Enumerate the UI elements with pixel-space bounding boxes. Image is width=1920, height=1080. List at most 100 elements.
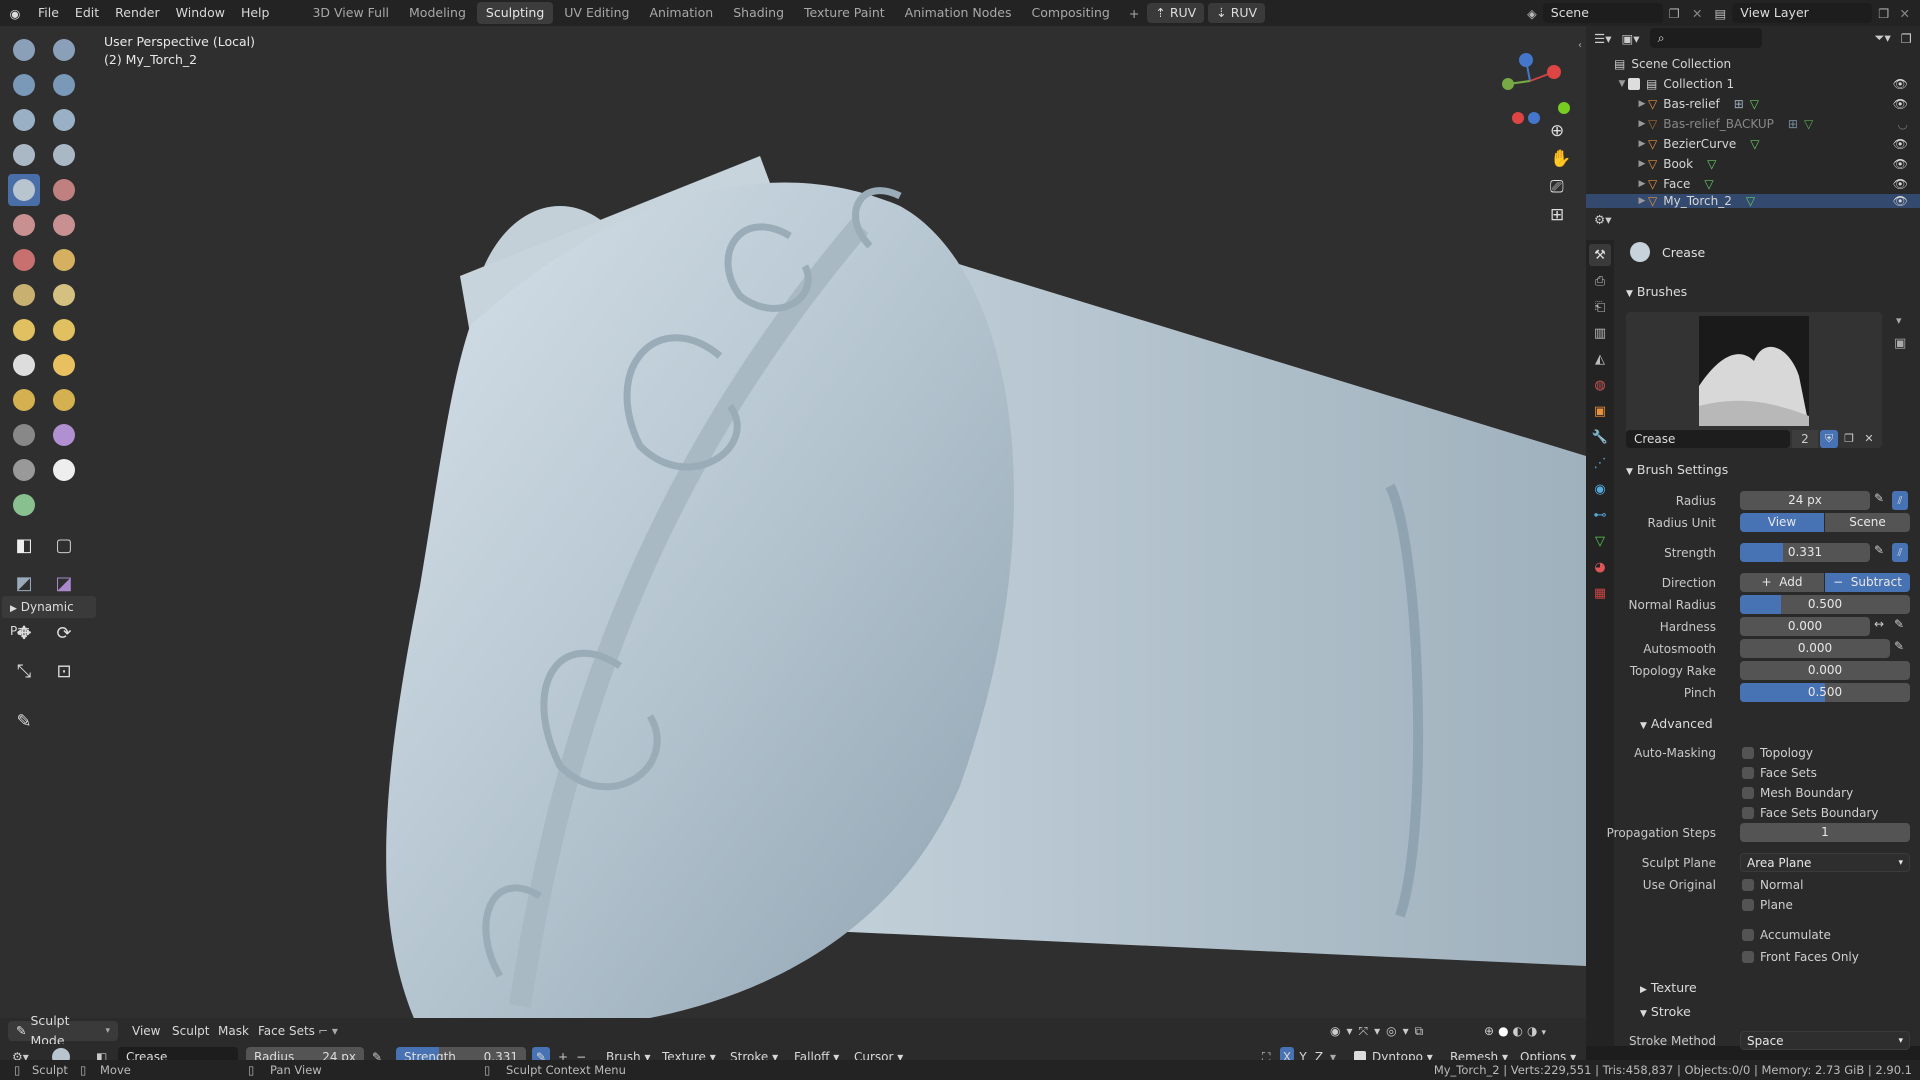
outliner-search-input[interactable]: ⌕ [1649,28,1762,48]
advanced-panel-header[interactable]: ▼ Advanced [1640,716,1713,731]
box-hide-icon[interactable]: ▢ [48,529,80,561]
dynamic-panel-toggle[interactable]: ▶ Dynamic Par [2,596,96,638]
hidden-eye-icon[interactable]: ◡ [1898,117,1908,131]
scene-tab-icon[interactable]: ◭ [1589,348,1611,370]
ortho-grid-icon[interactable]: ⊞ [1550,205,1571,225]
strength-field[interactable]: 0.331 [1740,543,1870,562]
outliner-item[interactable]: ▶ ▽ BezierCurve ▽ 👁 [1586,134,1920,154]
automask-face-sets-checkbox[interactable]: Face Sets [1742,766,1817,780]
eye-icon[interactable]: 👁 [1893,157,1908,171]
menu-sculpt[interactable]: Sculpt [172,1021,209,1041]
rendered-shading-icon[interactable]: ◑ [1527,1024,1541,1038]
pinch-field[interactable]: 0.500 [1740,683,1910,702]
draw-sharp-brush-icon[interactable] [48,34,80,66]
eye-icon[interactable]: 👁 [1893,194,1908,208]
new-collection-icon[interactable]: ❐ [1901,31,1920,46]
menu-help[interactable]: Help [233,0,278,26]
mode-selector[interactable]: ✎ Sculpt Mode ▾ [8,1013,118,1048]
brush-users-count[interactable]: 2 [1792,430,1818,448]
tab-sculpting[interactable]: Sculpting [476,2,554,24]
display-mode-icon[interactable]: ▣▾ [1621,31,1639,46]
add-workspace-icon[interactable]: + [1121,6,1147,21]
front-faces-only-checkbox[interactable]: Front Faces Only [1742,950,1859,964]
box-mask-icon[interactable]: ◧ [8,529,40,561]
outliner-item[interactable]: ▶ ▽ Face ▽ 👁 [1586,174,1920,194]
elastic-deform-brush-icon[interactable] [8,314,40,346]
eye-icon[interactable]: 👁 [1893,77,1908,91]
material-shading-icon[interactable]: ◐ [1513,1024,1527,1038]
multiplane-scrape-brush-icon[interactable] [48,244,80,276]
flatten-brush-icon[interactable] [8,209,40,241]
tab-3d-view-full[interactable]: 3D View Full [303,2,398,24]
duplicate-brush-icon[interactable]: ❐ [1840,430,1858,448]
layer-brush-icon[interactable] [48,104,80,136]
box-trim-icon[interactable]: ◪ [48,567,80,599]
pinch-brush-icon[interactable] [8,279,40,311]
tab-modeling[interactable]: Modeling [400,2,475,24]
clay-strips-brush-icon[interactable] [48,69,80,101]
direction-add-button[interactable]: + Add [1740,573,1824,592]
blender-logo-icon[interactable]: ◉ [0,6,30,21]
use-original-plane-checkbox[interactable]: Plane [1742,898,1793,912]
thumb-brush-icon[interactable] [8,349,40,381]
scene-icon[interactable]: ◈ [1521,6,1543,21]
mask-brush-icon[interactable] [8,489,40,521]
annotate-tool-icon[interactable]: ✎ [8,705,40,737]
tab-texture-paint[interactable]: Texture Paint [795,2,894,24]
clay-brush-icon[interactable] [8,69,40,101]
outliner-item[interactable]: ▶ ▽ Bas-relief ⊞ ▽ 👁 [1586,94,1920,114]
clay-thumb-brush-icon[interactable] [8,104,40,136]
3d-viewport[interactable]: User Perspective (Local) (2) My_Torch_2 [0,26,1586,1032]
boundary-brush-icon[interactable] [48,419,80,451]
checkbox-icon[interactable] [1628,78,1640,90]
menu-edit[interactable]: Edit [67,0,107,26]
render-tab-icon[interactable]: ⎙ [1589,270,1611,292]
modifier-tab-icon[interactable]: 🔧 [1589,426,1611,448]
collapse-sidebar-icon[interactable]: ‹ [1578,40,1582,51]
brush-settings-panel-header[interactable]: ▼ Brush Settings [1626,462,1728,477]
new-view-layer-icon[interactable]: ❐ [1872,6,1895,21]
inflate-brush-icon[interactable] [8,139,40,171]
tab-shading[interactable]: Shading [724,2,793,24]
world-tab-icon[interactable]: ◍ [1589,374,1611,396]
menu-window[interactable]: Window [168,0,233,26]
tab-compositing[interactable]: Compositing [1023,2,1119,24]
wireframe-shading-icon[interactable]: ⊕ [1484,1024,1498,1038]
propagation-steps-field[interactable]: 1 [1740,823,1910,842]
pan-hand-icon[interactable]: ✋ [1550,149,1571,169]
material-tab-icon[interactable]: ◕ [1589,556,1611,578]
menu-face-sets[interactable]: Face Sets [258,1021,315,1041]
tab-animation-nodes[interactable]: Animation Nodes [896,2,1021,24]
texture-panel-header[interactable]: ▶ Texture [1640,980,1697,995]
tab-uv-editing[interactable]: UV Editing [555,2,638,24]
hardness-pressure-icon[interactable]: ✎ [1894,617,1904,631]
stroke-method-dropdown[interactable]: Space ▾ [1740,1031,1910,1050]
radius-pressure-icon[interactable]: ✎ [1874,491,1884,505]
brush-list-dropdown-icon[interactable]: ▾ [1896,314,1902,327]
scale-tool-icon[interactable]: ⤡ [8,655,40,687]
crease-brush-icon[interactable] [8,174,40,206]
object-tab-icon[interactable]: ▣ [1589,400,1611,422]
remove-view-layer-icon[interactable]: ✕ [1896,6,1920,21]
automask-face-sets-boundary-checkbox[interactable]: Face Sets Boundary [1742,806,1879,820]
data-tab-icon[interactable]: ▽ [1589,530,1611,552]
new-scene-icon[interactable]: ❐ [1663,6,1686,21]
collection-row[interactable]: ▼ ▤ Collection 1 👁 [1586,74,1920,94]
view-layer-icon[interactable]: ▤ [1708,6,1732,21]
nudge-brush-icon[interactable] [8,384,40,416]
outliner-type-icon[interactable]: ☰▾ [1594,31,1611,46]
view-layer-tab-icon[interactable]: ▥ [1589,322,1611,344]
outliner-item[interactable]: ▶ ▽ Book ▽ 👁 [1586,154,1920,174]
menu-file[interactable]: File [30,0,67,26]
zoom-icon[interactable]: ⊕ [1550,121,1571,141]
sculpt-plane-dropdown[interactable]: Area Plane ▾ [1740,853,1910,872]
scene-selector[interactable]: Scene [1542,3,1663,23]
texture-tab-icon[interactable]: ▦ [1589,582,1611,604]
blob-brush-icon[interactable] [48,139,80,171]
transform-tool-icon[interactable]: ⊡ [48,655,80,687]
physics-tab-icon[interactable]: ◉ [1589,478,1611,500]
unlink-brush-icon[interactable]: ✕ [1860,430,1878,448]
tab-animation[interactable]: Animation [640,2,722,24]
radius-field[interactable]: 24 px [1740,491,1870,510]
eye-icon[interactable]: 👁 [1893,137,1908,151]
